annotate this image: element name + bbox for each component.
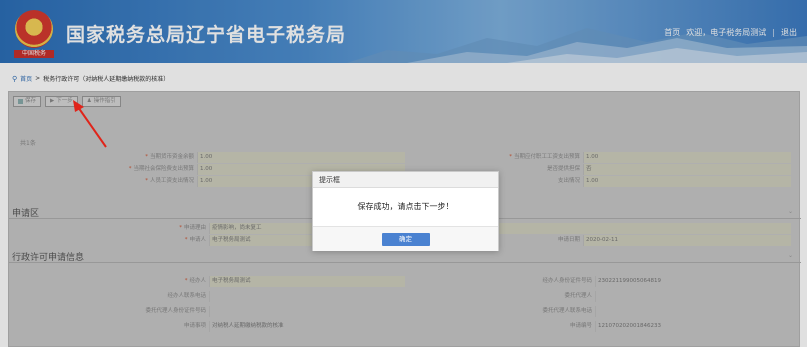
- red-arrow-annotation: [73, 100, 107, 148]
- confirm-button[interactable]: 确定: [381, 232, 430, 246]
- dialog-title: 提示框: [313, 172, 498, 188]
- prompt-dialog: 提示框 保存成功，请点击下一步！ 确定: [312, 171, 499, 251]
- dialog-message: 保存成功，请点击下一步！: [357, 202, 454, 211]
- dialog-footer: 确定: [313, 226, 498, 251]
